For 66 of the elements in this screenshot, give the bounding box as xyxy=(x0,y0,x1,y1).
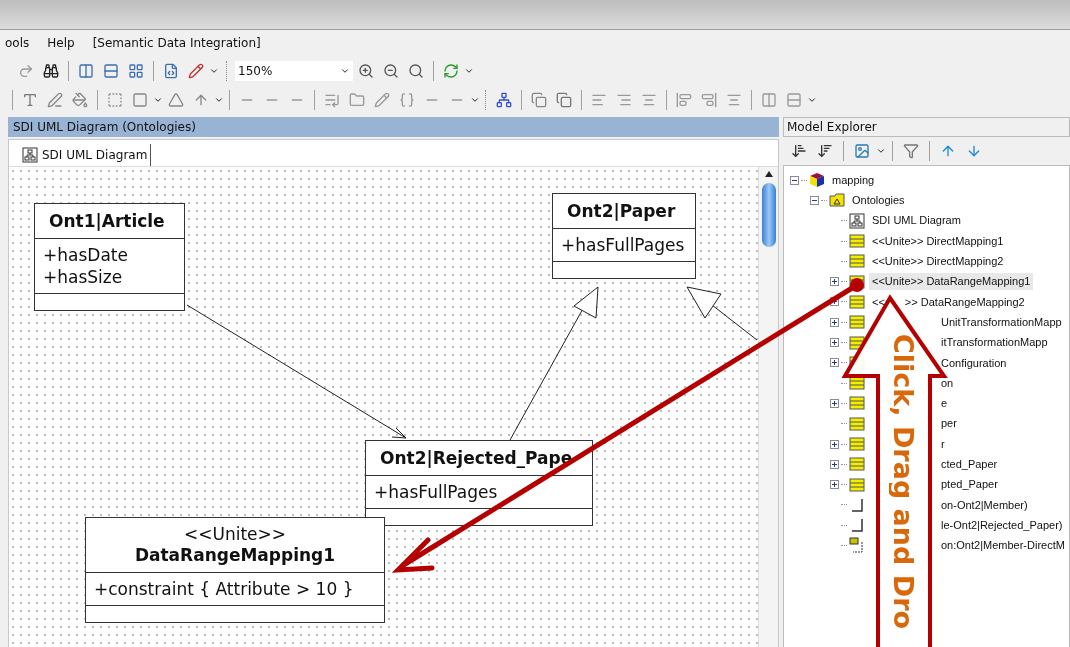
class-name: Ont1|Article xyxy=(48,210,166,232)
class-name: DataRangeMapping1 xyxy=(134,544,336,566)
class-stereotype: <<Unite>> xyxy=(183,524,286,544)
expand-icon[interactable] xyxy=(829,459,839,469)
expand-icon[interactable] xyxy=(829,317,839,327)
expand-icon[interactable] xyxy=(829,338,839,347)
class-icon xyxy=(849,396,865,411)
tree-item[interactable]: on xyxy=(941,374,957,392)
collapse-icon[interactable] xyxy=(809,195,819,205)
class-icon xyxy=(849,234,865,249)
tree-item[interactable]: le-Ont2|Rejected_Paper) xyxy=(941,516,1066,534)
panel-title-bar: Model Explorer xyxy=(783,117,1070,137)
class-attribute: +hasSize xyxy=(43,266,124,288)
zoom-dropdown[interactable]: 150% xyxy=(235,60,353,81)
diagram-tab[interactable]: SDI UML Diagram xyxy=(19,144,152,166)
class-attribute: +hasFullPages xyxy=(374,481,499,503)
class-icon xyxy=(849,254,865,269)
expand-icon[interactable] xyxy=(829,439,839,449)
tree-item[interactable]: mapping xyxy=(829,171,878,189)
generalization-arrow xyxy=(686,286,758,341)
tree-item[interactable]: UnitTransformationMapp xyxy=(941,313,1065,331)
tree-item[interactable]: Ontologies xyxy=(849,192,908,209)
dropdown-caret-icon[interactable] xyxy=(876,146,886,156)
folder-icon xyxy=(829,193,845,208)
association-icon xyxy=(849,537,865,554)
menu-item[interactable]: [Semantic Data Integration] xyxy=(92,34,261,52)
expand-icon[interactable] xyxy=(829,358,839,368)
cube-icon xyxy=(809,172,825,189)
class-icon xyxy=(849,437,865,451)
tree-item[interactable]: <<Unite>> DirectMapping1 xyxy=(869,232,1007,250)
scrollbar-thumb[interactable] xyxy=(761,183,776,247)
class-attribute: +hasDate xyxy=(43,244,129,266)
class-icon xyxy=(849,315,865,330)
tree-item[interactable]: on-Ont2|Member) xyxy=(941,496,1031,514)
tree-item[interactable]: <<Unite>> DirectMapping2 xyxy=(869,253,1007,270)
expand-icon[interactable] xyxy=(829,398,839,408)
tree-item[interactable]: Configuration xyxy=(941,354,1010,372)
tree-item[interactable]: pted_Paper xyxy=(941,476,1001,493)
vertical-scrollbar[interactable] xyxy=(758,167,778,647)
class-icon xyxy=(849,416,865,431)
scroll-up-icon[interactable] xyxy=(764,171,773,177)
tree-item[interactable]: per xyxy=(941,415,960,432)
class-name: Ont2|Rejected_Pape xyxy=(379,447,574,469)
tree-item[interactable]: r xyxy=(941,435,948,453)
class-name: Ont2|Paper xyxy=(566,200,677,222)
panel-title-bar: SDI UML Diagram (Ontologies) xyxy=(8,117,779,137)
expand-icon[interactable] xyxy=(829,277,839,287)
collapse-icon[interactable] xyxy=(789,175,799,185)
class-icon xyxy=(849,294,865,309)
link-icon xyxy=(849,497,865,512)
tree-item[interactable]: << >> DataRangeMapping2 xyxy=(869,293,1028,311)
tree-item[interactable]: itTransformationMapp xyxy=(941,334,1051,351)
class-attribute: +hasFullPages xyxy=(561,234,686,256)
expand-icon[interactable] xyxy=(829,480,839,490)
class-icon xyxy=(849,457,865,472)
menu-item[interactable]: ools xyxy=(5,34,30,52)
tree-item[interactable]: SDI UML Diagram xyxy=(869,212,964,229)
tree-item[interactable]: on:Ont2|Member-DirectM xyxy=(941,537,1068,554)
class-icon xyxy=(849,335,865,350)
link-icon xyxy=(849,518,865,533)
class-icon xyxy=(849,477,865,492)
class-attribute: +constraint { Attribute > 10 } xyxy=(94,578,355,600)
tree-item[interactable]: e xyxy=(941,395,951,412)
menu-item[interactable]: Help xyxy=(47,34,75,52)
tree-item[interactable]: <<Unite>> DataRangeMapping1 xyxy=(869,273,1034,290)
tree-item[interactable]: cted_Paper xyxy=(941,456,1001,473)
